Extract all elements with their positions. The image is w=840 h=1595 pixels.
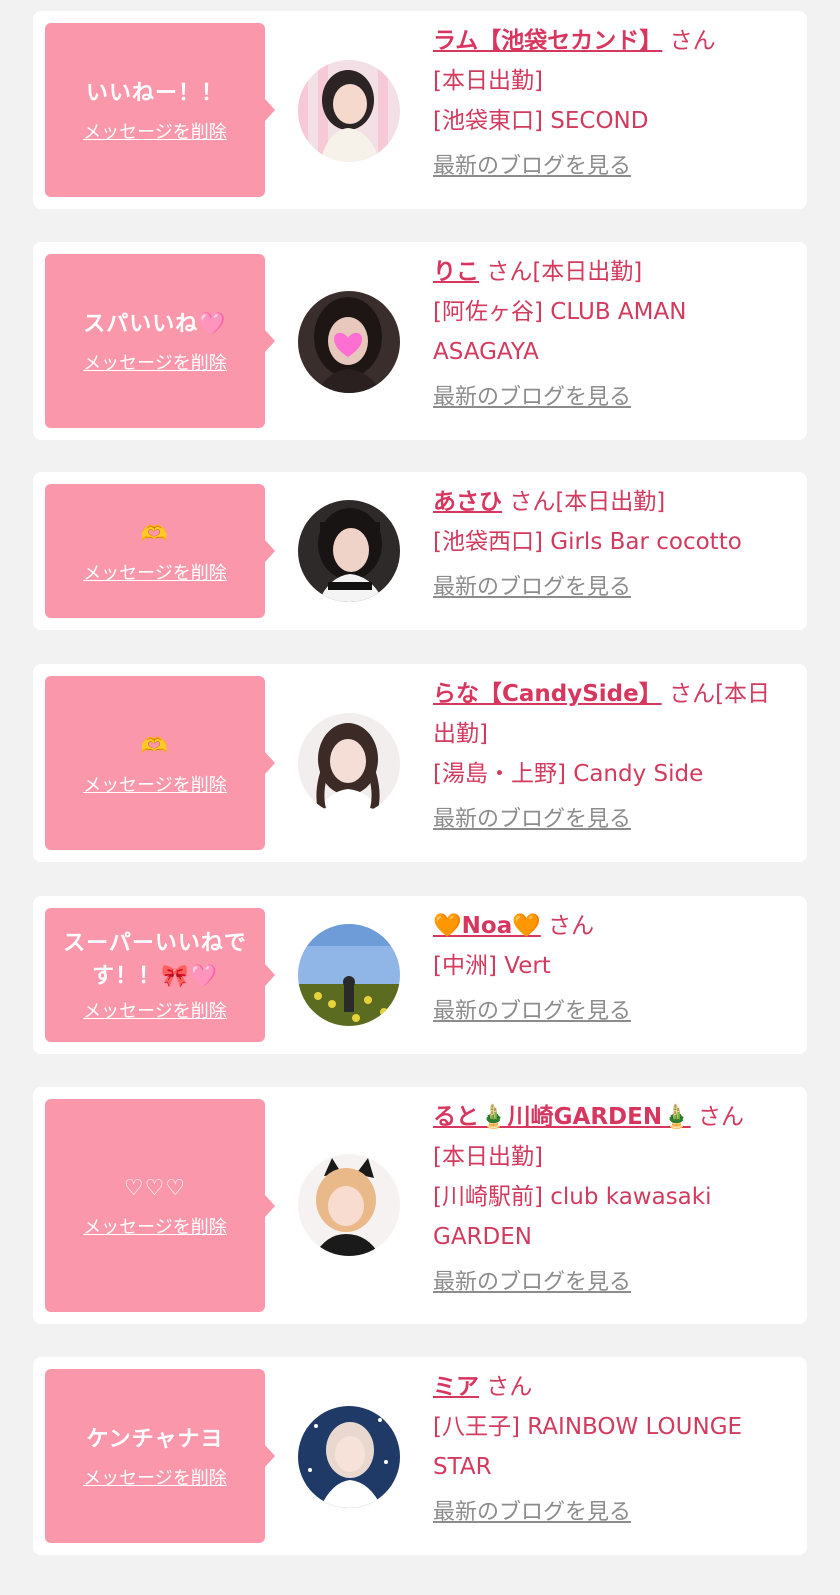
shop-name: [中洲] Vert bbox=[433, 953, 551, 979]
avatar-photo-icon bbox=[298, 291, 400, 393]
cast-avatar[interactable] bbox=[298, 1406, 400, 1508]
message-text: 🫶 bbox=[140, 733, 170, 759]
avatar-photo-icon bbox=[298, 60, 400, 162]
cast-info: 🧡Noa🧡 さん [中洲] Vert 最新のブログを見る bbox=[433, 906, 793, 1032]
avatar-photo-icon bbox=[298, 500, 400, 602]
delete-message-link[interactable]: メッセージを削除 bbox=[83, 1213, 227, 1239]
message-text: 🫶 bbox=[140, 521, 170, 547]
message-bubble: スパいいね🩷 メッセージを削除 bbox=[45, 254, 275, 428]
shop-name: [池袋東口] SECOND bbox=[433, 108, 649, 134]
latest-blog-link[interactable]: 最新のブログを見る bbox=[433, 800, 793, 840]
cast-avatar[interactable] bbox=[298, 924, 400, 1026]
message-bubble: 🫶 メッセージを削除 bbox=[45, 484, 275, 618]
message-text: ケンチャナヨ bbox=[86, 1426, 224, 1452]
avatar-photo-icon bbox=[298, 1154, 400, 1256]
latest-blog-link[interactable]: 最新のブログを見る bbox=[433, 147, 793, 187]
work-status: [本日出勤] bbox=[433, 68, 543, 94]
honorific: さん bbox=[486, 259, 533, 285]
shop-name: [八王子] RAINBOW LOUNGE STAR bbox=[433, 1414, 743, 1480]
message-text: スパいいね🩷 bbox=[83, 311, 227, 337]
cast-avatar[interactable] bbox=[298, 291, 400, 393]
latest-blog-link[interactable]: 最新のブログを見る bbox=[433, 568, 793, 608]
latest-blog-link[interactable]: 最新のブログを見る bbox=[433, 1493, 793, 1533]
avatar-photo-icon bbox=[298, 1406, 400, 1508]
shop-name: [阿佐ヶ谷] CLUB AMAN ASAGAYA bbox=[433, 299, 687, 365]
message-text: ♡♡♡ bbox=[123, 1176, 187, 1201]
honorific: さん bbox=[548, 913, 595, 939]
cast-avatar[interactable] bbox=[298, 1154, 400, 1256]
message-bubble: スーパーいいねです！！🎀🩷 メッセージを削除 bbox=[45, 908, 275, 1042]
message-list: いいねー！！ メッセージを削除 ラム【池袋セカンド】 さん [本日出勤] [池袋… bbox=[0, 0, 840, 1595]
message-card: スパいいね🩷 メッセージを削除 りこ さん[本日出勤] [阿佐ヶ谷] CLUB … bbox=[33, 242, 807, 440]
delete-message-link[interactable]: メッセージを削除 bbox=[83, 118, 227, 144]
latest-blog-link[interactable]: 最新のブログを見る bbox=[433, 992, 793, 1032]
delete-message-link[interactable]: メッセージを削除 bbox=[83, 997, 227, 1023]
cast-name-link[interactable]: ラム【池袋セカンド】 bbox=[433, 28, 662, 54]
cast-info: ミア さん [八王子] RAINBOW LOUNGE STAR 最新のブログを見… bbox=[433, 1367, 793, 1533]
message-bubble: ケンチャナヨ メッセージを削除 bbox=[45, 1369, 275, 1543]
work-status: [本日出勤] bbox=[555, 489, 666, 515]
latest-blog-link[interactable]: 最新のブログを見る bbox=[433, 1263, 793, 1303]
work-status: [本日出勤] bbox=[532, 259, 643, 285]
delete-message-link[interactable]: メッセージを削除 bbox=[83, 349, 227, 375]
cast-name-link[interactable]: あさひ bbox=[433, 489, 502, 515]
cast-name-link[interactable]: りこ bbox=[433, 259, 479, 285]
cast-name-link[interactable]: 🧡Noa🧡 bbox=[433, 913, 541, 939]
cast-info: あさひ さん[本日出勤] [池袋西口] Girls Bar cocotto 最新… bbox=[433, 482, 793, 608]
cast-name-link[interactable]: ミア bbox=[433, 1374, 479, 1400]
message-card: ケンチャナヨ メッセージを削除 ミア さん [八王子] RAINBOW LOUN… bbox=[33, 1357, 807, 1555]
honorific: さん bbox=[509, 489, 556, 515]
message-card: 🫶 メッセージを削除 らな【CandySide】 さん[本日出勤] [湯島・上野… bbox=[33, 664, 807, 862]
delete-message-link[interactable]: メッセージを削除 bbox=[83, 771, 227, 797]
latest-blog-link[interactable]: 最新のブログを見る bbox=[433, 378, 793, 418]
cast-info: りこ さん[本日出勤] [阿佐ヶ谷] CLUB AMAN ASAGAYA 最新の… bbox=[433, 252, 793, 418]
message-text: いいねー！！ bbox=[85, 80, 224, 106]
message-card: いいねー！！ メッセージを削除 ラム【池袋セカンド】 さん [本日出勤] [池袋… bbox=[33, 11, 807, 209]
message-bubble: いいねー！！ メッセージを削除 bbox=[45, 23, 275, 197]
message-card: スーパーいいねです！！🎀🩷 メッセージを削除 🧡Noa🧡 さん [中洲] Ver… bbox=[33, 896, 807, 1054]
avatar-photo-icon bbox=[298, 713, 400, 815]
cast-avatar[interactable] bbox=[298, 500, 400, 602]
avatar-photo-icon bbox=[298, 924, 400, 1026]
honorific: さん bbox=[669, 28, 716, 54]
cast-name-link[interactable]: らな【CandySide】 bbox=[433, 681, 662, 707]
message-bubble: ♡♡♡ メッセージを削除 bbox=[45, 1099, 275, 1312]
cast-info: ると🎍川崎GARDEN🎍 さん [本日出勤] [川崎駅前] club kawas… bbox=[433, 1097, 793, 1303]
shop-name: [湯島・上野] Candy Side bbox=[433, 761, 704, 787]
delete-message-link[interactable]: メッセージを削除 bbox=[83, 1464, 227, 1490]
message-card: ♡♡♡ メッセージを削除 ると🎍川崎GARDEN🎍 さん [本日出勤] [川崎駅… bbox=[33, 1087, 807, 1324]
cast-avatar[interactable] bbox=[298, 60, 400, 162]
delete-message-link[interactable]: メッセージを削除 bbox=[83, 559, 227, 585]
shop-name: [川崎駅前] club kawasaki GARDEN bbox=[433, 1184, 712, 1250]
message-card: 🫶 メッセージを削除 あさひ さん[本日出勤] [池袋西口] Girls Bar… bbox=[33, 472, 807, 630]
cast-info: らな【CandySide】 さん[本日出勤] [湯島・上野] Candy Sid… bbox=[433, 674, 793, 840]
honorific: さん bbox=[486, 1374, 533, 1400]
cast-avatar[interactable] bbox=[298, 713, 400, 815]
honorific: さん bbox=[669, 681, 716, 707]
honorific: さん bbox=[698, 1104, 745, 1130]
message-bubble: 🫶 メッセージを削除 bbox=[45, 676, 275, 850]
work-status: [本日出勤] bbox=[433, 1144, 543, 1170]
message-text: スーパーいいねです！！🎀🩷 bbox=[63, 931, 247, 989]
cast-info: ラム【池袋セカンド】 さん [本日出勤] [池袋東口] SECOND 最新のブロ… bbox=[433, 21, 793, 187]
shop-name: [池袋西口] Girls Bar cocotto bbox=[433, 529, 742, 555]
cast-name-link[interactable]: ると🎍川崎GARDEN🎍 bbox=[433, 1104, 691, 1130]
